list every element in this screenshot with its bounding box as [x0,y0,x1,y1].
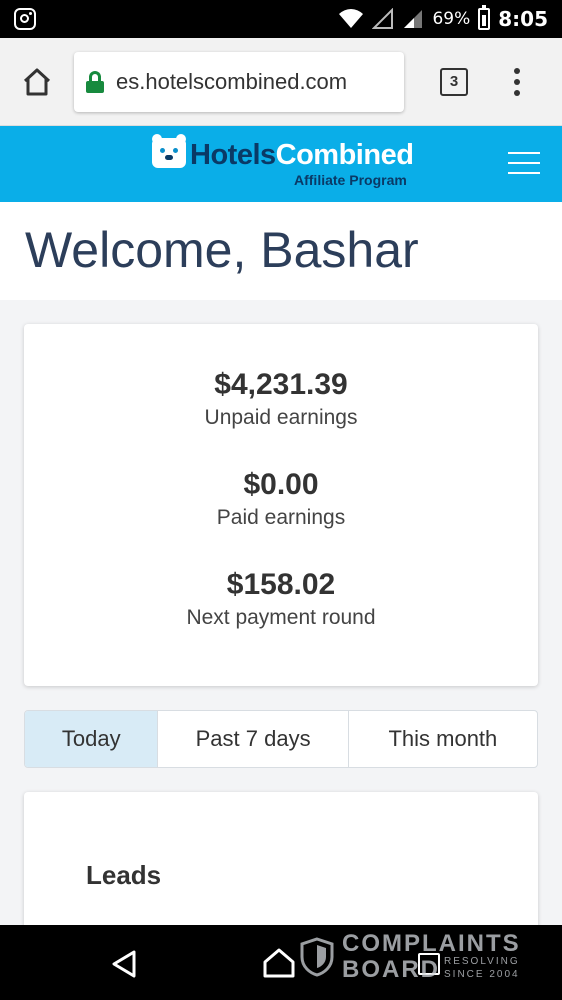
watermark-line2: BOARD [342,956,440,983]
signal-empty-icon [372,8,394,29]
url-text: es.hotelscombined.com [116,68,348,94]
battery-percent: 69% [432,9,471,29]
watermark-tagline1: RESOLVING [444,956,520,967]
tab-this-month[interactable]: This month [349,711,537,767]
home-icon[interactable] [262,947,296,979]
next-payment-round: $158.02 Next payment round [24,566,538,666]
tab-today[interactable]: Today [25,711,159,767]
leads-title: Leads [86,860,162,890]
clock: 8:05 [498,7,548,31]
page-title: Welcome, Bashar [25,222,419,278]
site-header: HotelsCombined Affiliate Program [0,126,562,202]
hotelscombined-logo[interactable]: HotelsCombined Affiliate Program [152,134,414,188]
back-icon[interactable] [110,949,140,979]
earnings-label: Next payment round [186,606,376,629]
hamburger-menu-icon[interactable] [508,152,540,174]
tab-past-7-days[interactable]: Past 7 days [158,711,349,767]
logo-text-combined: Combined [275,139,414,171]
browser-toolbar: es.hotelscombined.com 3 [0,38,562,126]
logo-text-hotels: Hotels [190,139,276,171]
watermark-tagline2: SINCE 2004 [444,969,520,980]
earnings-label: Unpaid earnings [204,406,358,429]
signal-icon [404,10,423,28]
instagram-icon [14,8,36,30]
browser-home-button[interactable] [14,59,60,105]
more-vert-icon[interactable] [514,67,520,96]
tab-count: 3 [449,73,459,90]
address-bar[interactable]: es.hotelscombined.com [74,51,404,112]
period-tabs: Today Past 7 days This month [24,710,538,768]
complaintsboard-watermark: COMPLAINTS BOARD RESOLVING SINCE 2004 [300,932,521,982]
earnings-label: Paid earnings [216,506,346,529]
watermark-line1: COMPLAINTS [342,930,521,957]
earnings-amount: $0.00 [243,468,319,501]
paid-earnings: $0.00 Paid earnings [24,466,538,566]
battery-charging-icon [478,5,491,30]
welcome-section: Welcome, Bashar [0,202,562,300]
earnings-card: $4,231.39 Unpaid earnings $0.00 Paid ear… [24,324,538,686]
earnings-amount: $158.02 [226,568,336,601]
earnings-amount: $4,231.39 [214,368,348,401]
lock-icon [86,70,104,93]
home-icon [23,68,51,95]
wifi-icon [339,9,364,28]
unpaid-earnings: $4,231.39 Unpaid earnings [24,366,538,466]
status-bar: 69% 8:05 [0,0,562,38]
shield-icon [300,937,334,977]
tabs-button[interactable]: 3 [440,67,468,96]
logo-subtitle: Affiliate Program [294,172,407,188]
leads-card: Leads [24,792,538,942]
bear-logo-icon [152,134,186,168]
